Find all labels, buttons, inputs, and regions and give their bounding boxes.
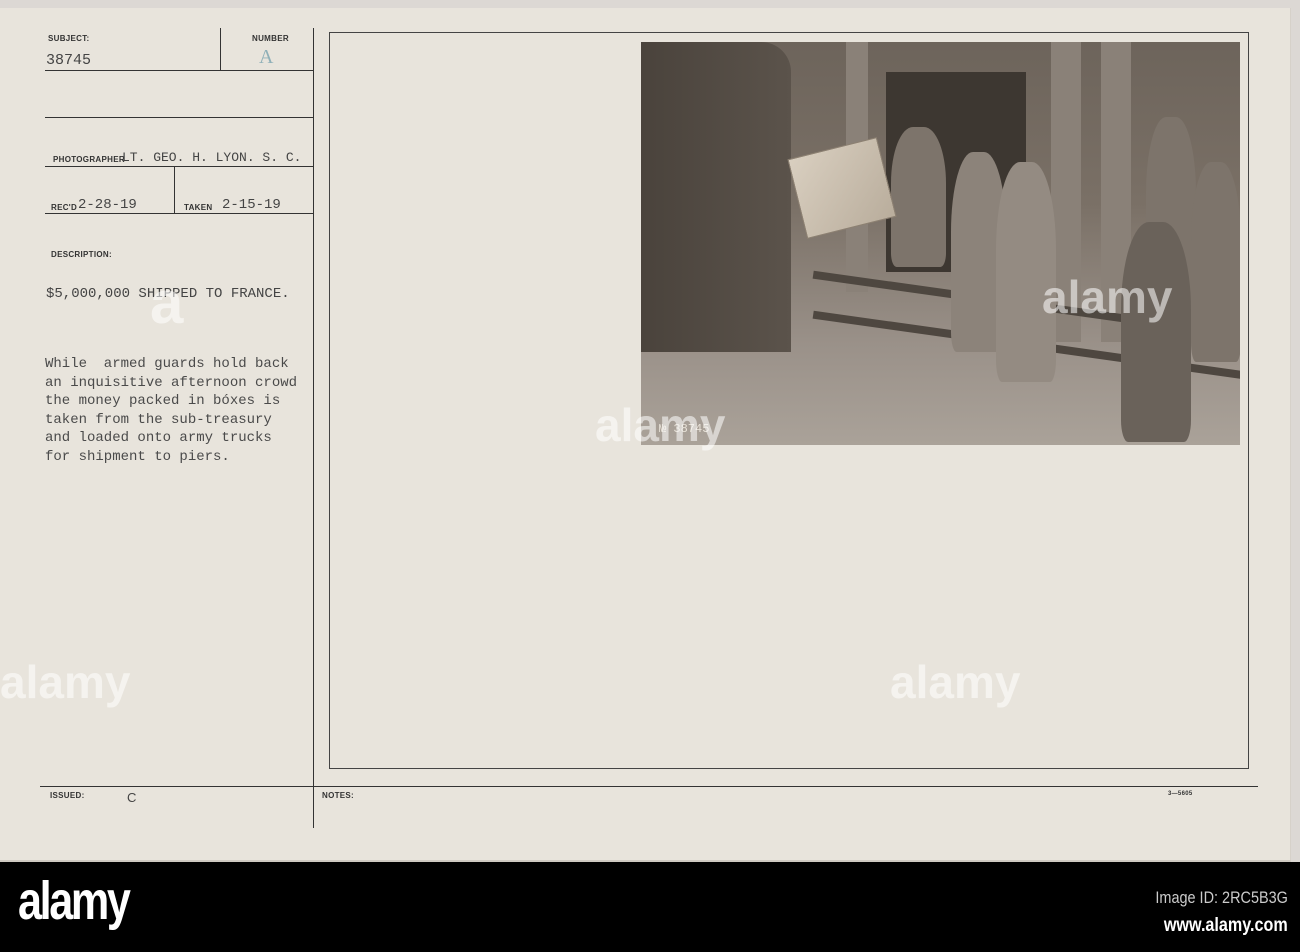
divider xyxy=(45,70,313,71)
divider xyxy=(40,786,1258,787)
photographer-label: PHOTOGRAPHER xyxy=(53,155,125,164)
stock-banner xyxy=(0,862,1300,952)
number-label: NUMBER xyxy=(252,34,289,43)
divider xyxy=(220,28,221,70)
figure xyxy=(1191,162,1240,362)
description-line: taken from the sub-treasury xyxy=(45,411,272,428)
form-code: 3—5605 xyxy=(1168,791,1193,797)
site-url: www.alamy.com xyxy=(1164,915,1288,936)
army-truck xyxy=(641,42,791,352)
issued-label: ISSUED: xyxy=(50,791,85,800)
photograph: № 38745 xyxy=(641,42,1240,445)
description-label: DESCRIPTION: xyxy=(51,250,112,259)
subject-label: SUBJECT: xyxy=(48,34,90,43)
money-crate xyxy=(787,137,897,239)
notes-label: NOTES: xyxy=(322,791,355,800)
image-id: Image ID: 2RC5B3G xyxy=(1155,888,1288,907)
divider xyxy=(174,166,175,213)
issued-value: C xyxy=(127,790,137,805)
alamy-logo: alamy xyxy=(18,871,131,931)
watermark: a xyxy=(150,269,184,336)
description-line: While armed guards hold back xyxy=(45,356,289,372)
recd-label: REC'D xyxy=(51,203,78,212)
subject-value: 38745 xyxy=(46,52,92,69)
taken-label: TAKEN xyxy=(184,203,213,212)
figure xyxy=(891,127,946,267)
description-line: an inquisitive afternoon crowd xyxy=(45,374,298,391)
watermark: alamy xyxy=(0,656,131,708)
watermark: alamy xyxy=(890,656,1021,708)
recd-value: 2-28-19 xyxy=(78,197,137,213)
column-divider xyxy=(313,28,314,828)
photographer-value: LT. GEO. H. LYON. S. C. xyxy=(122,150,302,165)
number-value: A xyxy=(259,46,274,68)
taken-value: 2-15-19 xyxy=(222,197,281,213)
divider xyxy=(45,166,313,167)
divider xyxy=(45,213,313,214)
watermark: alamy xyxy=(595,399,726,451)
divider xyxy=(45,117,313,118)
watermark: alamy xyxy=(1042,271,1173,323)
description-text: While armed guards hold back an inquisiti… xyxy=(45,355,297,466)
description-line: for shipment to piers. xyxy=(45,448,230,465)
description-line: and loaded onto army trucks xyxy=(45,430,272,446)
figure xyxy=(1121,222,1191,442)
description-line: the money packed in bóxes is xyxy=(45,393,281,409)
